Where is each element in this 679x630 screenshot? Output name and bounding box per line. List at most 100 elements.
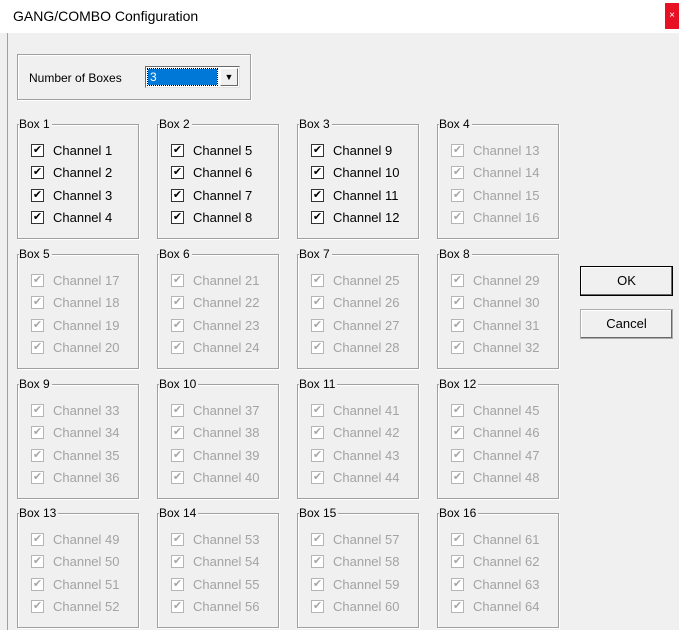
checkbox-icon[interactable]: ✔ xyxy=(171,166,184,179)
channel-checkbox[interactable]: ✔ Channel 1 xyxy=(31,142,112,158)
channel-label: Channel 16 xyxy=(473,210,540,225)
checkbox-icon: ✔ xyxy=(311,296,324,309)
channel-label: Channel 35 xyxy=(53,447,120,463)
channel-checkbox[interactable]: ✔ Channel 5 xyxy=(171,142,252,158)
channel-checkbox: ✔ Channel 18 xyxy=(31,295,120,311)
checkbox-icon: ✔ xyxy=(171,532,184,546)
checkbox-icon: ✔ xyxy=(451,600,464,613)
number-of-boxes-dropdown[interactable]: 3 ▼ xyxy=(145,66,240,88)
channel-label: Channel 57 xyxy=(333,531,400,547)
channel-checkbox: ✔ Channel 44 xyxy=(311,470,400,486)
channel-label: Channel 18 xyxy=(53,295,120,310)
cancel-button[interactable]: Cancel xyxy=(580,309,673,339)
channel-label: Channel 20 xyxy=(53,340,120,355)
channel-label: Channel 50 xyxy=(53,554,120,569)
box-group-10: Box 10 ✔ Channel 37 ✔ Channel 38 ✔ Channel 39 ✔… xyxy=(157,377,279,499)
checkbox-icon: ✔ xyxy=(451,448,464,462)
channel-checkbox[interactable]: ✔ Channel 10 xyxy=(311,165,400,181)
channel-checkbox: ✔ Channel 28 xyxy=(311,340,400,356)
channel-checkbox: ✔ Channel 61 xyxy=(451,531,540,547)
checkbox-icon: ✔ xyxy=(171,403,184,417)
close-button[interactable]: × xyxy=(665,3,679,29)
checkbox-icon: ✔ xyxy=(311,273,324,287)
channel-checkbox: ✔ Channel 35 xyxy=(31,447,120,463)
channel-checkbox: ✔ Channel 29 xyxy=(451,272,540,288)
checkbox-icon: ✔ xyxy=(31,341,44,354)
checkbox-icon: ✔ xyxy=(451,577,464,591)
checkbox-icon: ✔ xyxy=(451,273,464,287)
checkbox-icon[interactable]: ✔ xyxy=(31,211,44,224)
channel-checkbox[interactable]: ✔ Channel 4 xyxy=(31,210,112,226)
channel-checkbox[interactable]: ✔ Channel 9 xyxy=(311,142,392,158)
channel-label: Channel 53 xyxy=(193,531,260,547)
box-group-15: Box 15 ✔ Channel 57 ✔ Channel 58 ✔ Channel 59 ✔… xyxy=(297,506,419,628)
channel-checkbox: ✔ Channel 22 xyxy=(171,295,260,311)
channel-checkbox[interactable]: ✔ Channel 3 xyxy=(31,187,112,203)
checkbox-icon[interactable]: ✔ xyxy=(311,188,324,202)
channel-checkbox[interactable]: ✔ Channel 7 xyxy=(171,187,252,203)
channel-checkbox: ✔ Channel 48 xyxy=(451,470,540,486)
channel-label: Channel 62 xyxy=(473,554,540,569)
checkbox-icon: ✔ xyxy=(311,426,324,439)
channel-checkbox: ✔ Channel 52 xyxy=(31,599,120,615)
checkbox-icon: ✔ xyxy=(31,600,44,613)
checkbox-icon[interactable]: ✔ xyxy=(311,143,324,157)
channel-checkbox: ✔ Channel 45 xyxy=(451,402,540,418)
checkbox-icon: ✔ xyxy=(451,426,464,439)
chevron-down-icon[interactable]: ▼ xyxy=(220,68,238,86)
checkbox-icon: ✔ xyxy=(31,471,44,484)
checkbox-icon: ✔ xyxy=(171,555,184,568)
checkbox-icon[interactable]: ✔ xyxy=(31,166,44,179)
channel-checkbox[interactable]: ✔ Channel 11 xyxy=(311,187,399,203)
checkbox-icon: ✔ xyxy=(311,555,324,568)
channel-checkbox: ✔ Channel 36 xyxy=(31,470,120,486)
checkbox-icon: ✔ xyxy=(171,296,184,309)
checkbox-icon[interactable]: ✔ xyxy=(171,211,184,224)
box-group-14: Box 14 ✔ Channel 53 ✔ Channel 54 ✔ Channel 55 ✔… xyxy=(157,506,279,628)
box-group-6: Box 6 ✔ Channel 21 ✔ Channel 22 ✔ Channel 23 ✔ C… xyxy=(157,247,279,369)
checkbox-icon: ✔ xyxy=(311,318,324,332)
checkbox-icon: ✔ xyxy=(171,471,184,484)
channel-checkbox[interactable]: ✔ Channel 12 xyxy=(311,210,400,226)
checkbox-icon: ✔ xyxy=(451,188,464,202)
checkbox-icon: ✔ xyxy=(451,341,464,354)
channel-label: Channel 24 xyxy=(193,340,260,355)
channel-checkbox[interactable]: ✔ Channel 6 xyxy=(171,165,252,181)
checkbox-icon[interactable]: ✔ xyxy=(311,166,324,179)
channel-label: Channel 29 xyxy=(473,272,540,288)
channel-checkbox: ✔ Channel 39 xyxy=(171,447,260,463)
channel-checkbox: ✔ Channel 32 xyxy=(451,340,540,356)
box-group-16: Box 16 ✔ Channel 61 ✔ Channel 62 ✔ Channel 63 ✔… xyxy=(437,506,559,628)
number-of-boxes-value: 3 xyxy=(147,68,218,86)
channel-label: Channel 64 xyxy=(473,599,540,614)
box-group-label: Box 9 xyxy=(19,377,52,392)
title-bar: GANG/COMBO Configuration × xyxy=(0,0,679,33)
channel-label: Channel 54 xyxy=(193,554,260,569)
checkbox-icon[interactable]: ✔ xyxy=(311,211,324,224)
box-group-label: Box 14 xyxy=(159,506,199,521)
channel-label: Channel 46 xyxy=(473,425,540,440)
channel-checkbox: ✔ Channel 47 xyxy=(451,447,540,463)
box-group-9: Box 9 ✔ Channel 33 ✔ Channel 34 ✔ Channel 35 ✔ C… xyxy=(17,377,139,499)
channel-label: Channel 2 xyxy=(53,165,113,180)
checkbox-icon[interactable]: ✔ xyxy=(171,143,184,157)
channel-label: Channel 28 xyxy=(333,340,400,355)
channel-label: Channel 8 xyxy=(193,210,253,225)
channel-label: Channel 5 xyxy=(193,142,253,158)
channel-checkbox[interactable]: ✔ Channel 2 xyxy=(31,165,112,181)
channel-checkbox: ✔ Channel 64 xyxy=(451,599,540,615)
checkbox-icon: ✔ xyxy=(171,448,184,462)
channel-checkbox: ✔ Channel 23 xyxy=(171,317,260,333)
channel-checkbox: ✔ Channel 17 xyxy=(31,272,120,288)
checkbox-icon: ✔ xyxy=(31,448,44,462)
checkbox-icon: ✔ xyxy=(451,532,464,546)
checkbox-icon[interactable]: ✔ xyxy=(171,188,184,202)
channel-label: Channel 52 xyxy=(53,599,120,614)
ok-button[interactable]: OK xyxy=(580,266,673,296)
channel-checkbox[interactable]: ✔ Channel 8 xyxy=(171,210,252,226)
channel-checkbox: ✔ Channel 63 xyxy=(451,576,540,592)
checkbox-icon[interactable]: ✔ xyxy=(31,143,44,157)
channel-label: Channel 58 xyxy=(333,554,400,569)
channel-checkbox: ✔ Channel 24 xyxy=(171,340,260,356)
checkbox-icon[interactable]: ✔ xyxy=(31,188,44,202)
